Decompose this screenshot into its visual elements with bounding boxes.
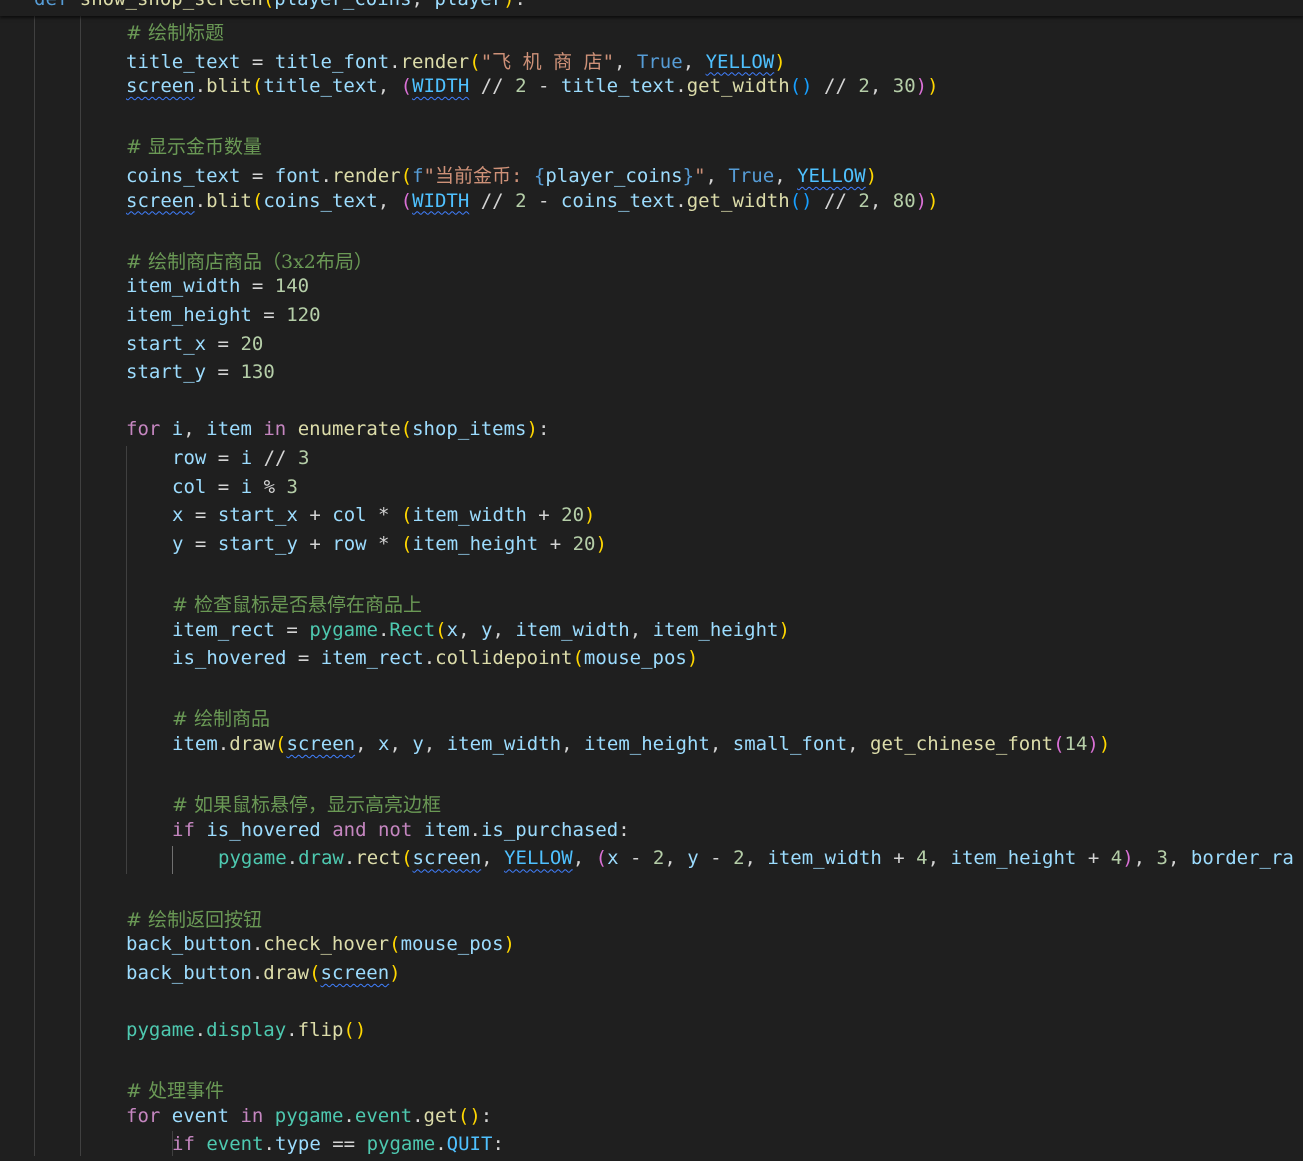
code-line[interactable]: item_rect = pygame.Rect(x, y, item_width…: [0, 619, 1303, 647]
line-text: start_y = 130: [126, 361, 275, 384]
code-line[interactable]: back_button.check_hover(mouse_pos): [0, 933, 1303, 961]
code-line[interactable]: start_x = 20: [0, 333, 1303, 361]
code-line[interactable]: item_width = 140: [0, 275, 1303, 303]
comment-line[interactable]: # 检查鼠标是否悬停在商品上: [0, 590, 1303, 618]
line-text: pygame.draw.rect(screen, YELLOW, (x - 2,…: [218, 847, 1294, 870]
line-text: # 处理事件: [126, 1080, 224, 1103]
line-text: # 显示金币数量: [126, 136, 262, 159]
comment-line[interactable]: # 处理事件: [0, 1076, 1303, 1104]
line-text: # 绘制商品: [172, 708, 270, 731]
blank-line[interactable]: [0, 1048, 1303, 1076]
line-text: # 检查鼠标是否悬停在商品上: [172, 594, 422, 616]
code-line[interactable]: back_button.draw(screen): [0, 962, 1303, 990]
code-line[interactable]: pygame.display.flip(): [0, 1019, 1303, 1047]
comment-line[interactable]: # 绘制返回按钮: [0, 905, 1303, 933]
line-text: if is_hovered and not item.is_purchased:: [172, 818, 630, 841]
line-text: is_hovered = item_rect.collidepoint(mous…: [172, 647, 699, 670]
code-line[interactable]: col = i % 3: [0, 476, 1303, 504]
line-text: pygame.display.flip(): [126, 1019, 367, 1041]
line-text: title_text = title_font.render("飞 机 商 店"…: [126, 50, 786, 73]
blank-line[interactable]: [0, 876, 1303, 904]
code-line[interactable]: coins_text = font.render(f"当前金币: {player…: [0, 161, 1303, 189]
line-text: item_rect = pygame.Rect(x, y, item_width…: [172, 618, 790, 641]
line-text: col = i % 3: [172, 475, 298, 498]
blank-line[interactable]: [0, 990, 1303, 1018]
comment-line[interactable]: # 绘制商店商品（3x2布局）: [0, 247, 1303, 275]
line-text: for i, item in enumerate(shop_items):: [126, 418, 550, 441]
code-line[interactable]: is_hovered = item_rect.collidepoint(mous…: [0, 647, 1303, 675]
code-editor[interactable]: def show_shop_screen(player_coins, playe…: [0, 0, 1303, 1156]
blank-line[interactable]: [0, 218, 1303, 246]
code-line[interactable]: title_text = title_font.render("飞 机 商 店"…: [0, 47, 1303, 75]
code-line[interactable]: pygame.draw.rect(screen, YELLOW, (x - 2,…: [0, 847, 1303, 875]
line-text: # 绘制返回按钮: [126, 908, 262, 931]
line-text: item.draw(screen, x, y, item_width, item…: [172, 733, 1111, 755]
sticky-scroll-header[interactable]: def show_shop_screen(player_coins, playe…: [0, 0, 1303, 16]
line-text: # 绘制商店商品（3x2布局）: [126, 250, 373, 273]
code-line[interactable]: if event.type == pygame.QUIT:: [0, 1133, 1303, 1161]
line-text: screen.blit(title_text, (WIDTH // 2 - ti…: [126, 75, 939, 98]
line-text: y = start_y + row * (item_height + 20): [172, 532, 607, 555]
line-text: start_x = 20: [126, 332, 264, 355]
code-line[interactable]: start_y = 130: [0, 361, 1303, 389]
line-text: row = i // 3: [172, 447, 310, 469]
line-text: item_height = 120: [126, 304, 321, 326]
line-text: if event.type == pygame.QUIT:: [172, 1133, 504, 1156]
code-line[interactable]: item_height = 120: [0, 304, 1303, 332]
code-line[interactable]: for i, item in enumerate(shop_items):: [0, 418, 1303, 446]
line-text: back_button.draw(screen): [126, 961, 401, 984]
code-line[interactable]: screen.blit(coins_text, (WIDTH // 2 - co…: [0, 190, 1303, 218]
blank-line[interactable]: [0, 561, 1303, 589]
blank-line[interactable]: [0, 762, 1303, 790]
blank-line[interactable]: [0, 390, 1303, 418]
line-text: x = start_x + col * (item_width + 20): [172, 504, 596, 527]
line-text: back_button.check_hover(mouse_pos): [126, 933, 515, 956]
comment-line[interactable]: # 显示金币数量: [0, 132, 1303, 160]
line-text: # 如果鼠标悬停，显示高亮边框: [172, 794, 441, 817]
comment-line[interactable]: # 绘制商品: [0, 704, 1303, 732]
blank-line[interactable]: [0, 104, 1303, 132]
code-line[interactable]: row = i // 3: [0, 447, 1303, 475]
line-text: # 绘制标题: [126, 22, 224, 44]
line-text: for event in pygame.event.get():: [126, 1104, 493, 1127]
comment-line[interactable]: # 绘制标题: [0, 18, 1303, 46]
line-text: item_width = 140: [126, 275, 310, 298]
blank-line[interactable]: [0, 676, 1303, 704]
comment-line[interactable]: # 如果鼠标悬停，显示高亮边框: [0, 790, 1303, 818]
line-text: coins_text = font.render(f"当前金币: {player…: [126, 165, 878, 187]
sticky-def-line: def show_shop_screen(player_coins, playe…: [34, 0, 526, 10]
line-text: screen.blit(coins_text, (WIDTH // 2 - co…: [126, 189, 939, 212]
code-line[interactable]: y = start_y + row * (item_height + 20): [0, 533, 1303, 561]
code-line[interactable]: item.draw(screen, x, y, item_width, item…: [0, 733, 1303, 761]
code-line[interactable]: for event in pygame.event.get():: [0, 1105, 1303, 1133]
code-line[interactable]: screen.blit(title_text, (WIDTH // 2 - ti…: [0, 75, 1303, 103]
code-line[interactable]: if is_hovered and not item.is_purchased:: [0, 819, 1303, 847]
code-line[interactable]: x = start_x + col * (item_width + 20): [0, 504, 1303, 532]
